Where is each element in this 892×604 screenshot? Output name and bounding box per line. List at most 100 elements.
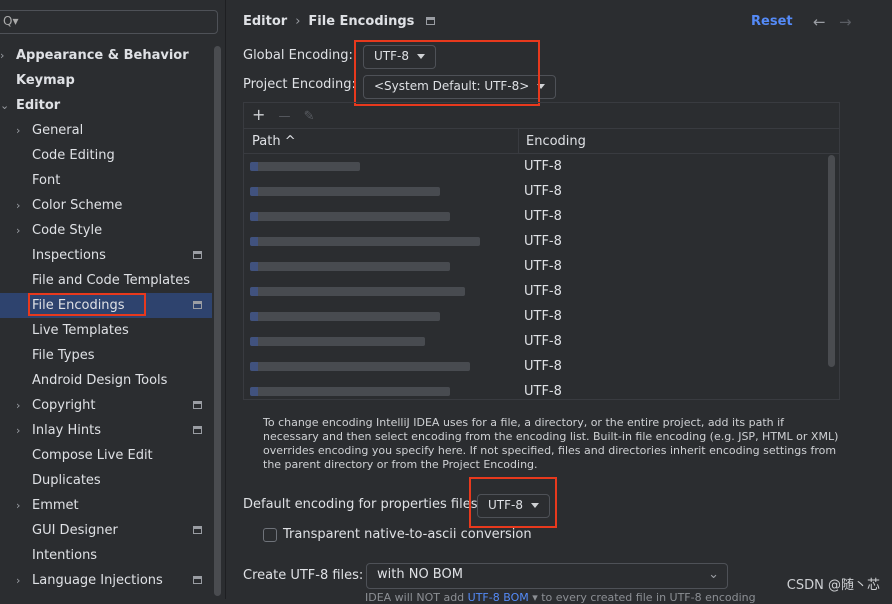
- table-scrollbar[interactable]: [828, 155, 835, 367]
- row-encoding: UTF-8: [524, 309, 562, 324]
- sidebar-item-appearance-behavior[interactable]: › Appearance & Behavior: [0, 43, 212, 68]
- sidebar-item-label: General: [32, 123, 84, 138]
- redacted-path: [250, 387, 450, 396]
- sidebar-item-label: File Types: [32, 348, 95, 363]
- breadcrumb: Editor › File Encodings: [243, 14, 436, 29]
- pin-icon: [193, 576, 202, 584]
- sidebar-item-label: Code Editing: [32, 148, 115, 163]
- path-column-header[interactable]: Path ^: [252, 129, 296, 154]
- forward-arrow-icon[interactable]: →: [839, 13, 852, 31]
- sidebar-item-file-encodings[interactable]: File Encodings: [0, 293, 212, 318]
- table-row[interactable]: UTF-8: [244, 179, 839, 204]
- watermark: CSDN @随丶芯: [786, 578, 880, 593]
- sidebar-item-code-style[interactable]: › Code Style: [0, 218, 212, 243]
- sidebar-item-gui-designer[interactable]: GUI Designer: [0, 518, 212, 543]
- sidebar-item-keymap[interactable]: Keymap: [0, 68, 212, 93]
- sidebar-item-editor[interactable]: ⌄ Editor: [0, 93, 212, 118]
- redacted-path: [250, 362, 470, 371]
- pin-icon: [193, 401, 202, 409]
- row-encoding: UTF-8: [524, 284, 562, 299]
- pin-icon: [193, 251, 202, 259]
- chevron-right-icon[interactable]: ›: [16, 493, 20, 518]
- row-encoding: UTF-8: [524, 384, 562, 399]
- row-encoding: UTF-8: [524, 159, 562, 174]
- table-row[interactable]: UTF-8: [244, 304, 839, 329]
- redacted-path: [250, 162, 360, 171]
- chevron-right-icon[interactable]: ›: [16, 393, 20, 418]
- row-encoding: UTF-8: [524, 334, 562, 349]
- chevron-right-icon[interactable]: ›: [16, 193, 20, 218]
- chevron-right-icon[interactable]: ›: [16, 118, 20, 143]
- row-encoding: UTF-8: [524, 259, 562, 274]
- sidebar-item-label: Color Scheme: [32, 198, 123, 213]
- table-row[interactable]: UTF-8: [244, 354, 839, 379]
- pin-icon: [193, 426, 202, 434]
- sidebar-item-label: Editor: [16, 98, 61, 113]
- chevron-right-icon[interactable]: ›: [0, 43, 4, 68]
- table-row[interactable]: UTF-8: [244, 204, 839, 229]
- row-encoding: UTF-8: [524, 234, 562, 249]
- properties-encoding-label: Default encoding for properties files:: [243, 497, 482, 512]
- sidebar-item-label: Live Templates: [32, 323, 129, 338]
- create-utf8-dropdown[interactable]: with NO BOM ⌄: [366, 563, 728, 589]
- redacted-path: [250, 187, 440, 196]
- breadcrumb-file-encodings: File Encodings: [308, 14, 415, 29]
- sidebar-item-file-and-code-templates[interactable]: File and Code Templates: [0, 268, 212, 293]
- sidebar-item-copyright[interactable]: › Copyright: [0, 393, 212, 418]
- sidebar-item-emmet[interactable]: › Emmet: [0, 493, 212, 518]
- sidebar-item-label: File and Code Templates: [32, 273, 190, 288]
- sidebar-item-live-templates[interactable]: Live Templates: [0, 318, 212, 343]
- sidebar-item-general[interactable]: › General: [0, 118, 212, 143]
- highlight-box: [469, 477, 557, 528]
- sidebar-item-duplicates[interactable]: Duplicates: [0, 468, 212, 493]
- file-encodings-panel: Editor › File Encodings Reset ← → Global E…: [227, 0, 892, 604]
- table-row[interactable]: UTF-8: [244, 229, 839, 254]
- chevron-right-icon[interactable]: ›: [16, 218, 20, 243]
- table-row[interactable]: UTF-8: [244, 279, 839, 304]
- settings-tree: › Appearance & Behavior Keymap ⌄ Editor › Gene…: [0, 43, 212, 593]
- sidebar-item-font[interactable]: Font: [0, 168, 212, 193]
- sidebar-item-language-injections[interactable]: › Language Injections: [0, 568, 212, 593]
- sidebar-item-label: Android Design Tools: [32, 373, 168, 388]
- back-arrow-icon[interactable]: ←: [813, 13, 826, 31]
- transparent-conversion-label[interactable]: Transparent native-to-ascii conversion: [283, 527, 532, 542]
- remove-icon[interactable]: —: [279, 109, 291, 123]
- chevron-down-icon: ⌄: [708, 567, 719, 582]
- bom-note: IDEA will NOT add UTF-8 BOM ▾ to every c…: [365, 591, 756, 604]
- add-icon[interactable]: +: [252, 105, 265, 124]
- chevron-right-icon[interactable]: ›: [16, 418, 20, 443]
- reset-button[interactable]: Reset: [751, 14, 793, 29]
- row-encoding: UTF-8: [524, 209, 562, 224]
- sidebar-item-compose-live-edit[interactable]: Compose Live Edit: [0, 443, 212, 468]
- table-row[interactable]: UTF-8: [244, 329, 839, 354]
- sidebar-item-label: Inlay Hints: [32, 423, 101, 438]
- transparent-conversion-checkbox[interactable]: [263, 528, 277, 542]
- sidebar-item-file-types[interactable]: File Types: [0, 343, 212, 368]
- edit-icon[interactable]: ✎: [304, 109, 315, 124]
- sidebar-item-intentions[interactable]: Intentions: [0, 543, 212, 568]
- pin-icon: [193, 301, 202, 309]
- chevron-right-icon[interactable]: ›: [16, 568, 20, 593]
- table-row[interactable]: UTF-8: [244, 379, 839, 404]
- sidebar-item-android-design-tools[interactable]: Android Design Tools: [0, 368, 212, 393]
- table-row[interactable]: UTF-8: [244, 254, 839, 279]
- encoding-column-header[interactable]: Encoding: [526, 129, 586, 154]
- highlight-box: [354, 40, 540, 106]
- sidebar-item-inlay-hints[interactable]: › Inlay Hints: [0, 418, 212, 443]
- sidebar-item-color-scheme[interactable]: › Color Scheme: [0, 193, 212, 218]
- sidebar-item-label: Intentions: [32, 548, 98, 563]
- sidebar-item-label: Inspections: [32, 248, 106, 263]
- sidebar-item-label: Emmet: [32, 498, 79, 513]
- utf8-bom-link[interactable]: UTF-8 BOM: [468, 591, 529, 604]
- table-row[interactable]: UTF-8: [244, 154, 839, 179]
- settings-sidebar: Q▾ › Appearance & Behavior Keymap ⌄ Editor › G…: [0, 0, 226, 599]
- chevron-down-icon[interactable]: ⌄: [0, 93, 9, 118]
- redacted-path: [250, 212, 450, 221]
- sidebar-scrollbar[interactable]: [214, 46, 221, 596]
- settings-search-input[interactable]: Q▾: [0, 10, 218, 34]
- pin-icon: [426, 17, 436, 25]
- breadcrumb-editor[interactable]: Editor: [243, 14, 287, 29]
- sidebar-item-code-editing[interactable]: Code Editing: [0, 143, 212, 168]
- redacted-path: [250, 287, 465, 296]
- sidebar-item-inspections[interactable]: Inspections: [0, 243, 212, 268]
